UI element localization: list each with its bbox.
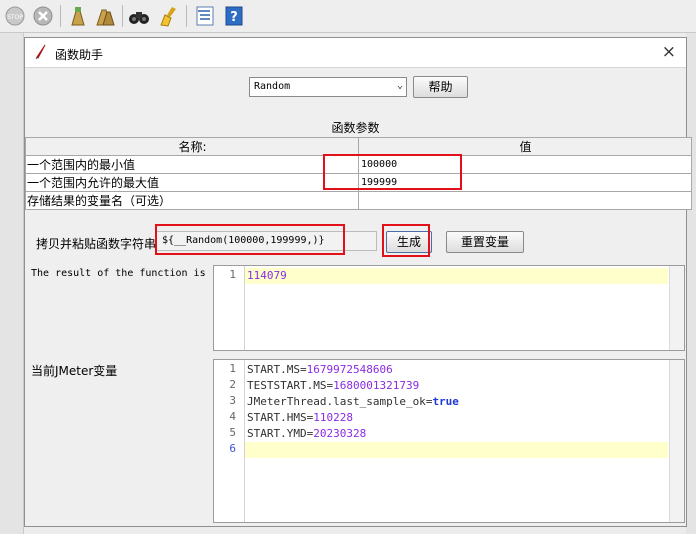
feather-pen-icon [34,44,48,60]
toolbar-separator [122,5,123,27]
function-helper-dialog: 函数助手 × Random ⌄ 帮助 函数参数 名称: 值 一个范围内的最小值 … [24,37,692,527]
variable-key: START.YMD [247,427,307,440]
line-number-gutter: 1 [214,266,245,350]
jmeter-variables-label: 当前JMeter变量 [31,364,118,378]
main-toolbar: STOP ? [0,0,696,33]
chevron-down-icon: ⌄ [396,80,403,91]
test-plan-tree-pane [0,33,24,534]
close-icon[interactable]: × [662,42,676,62]
line-number: 5 [229,426,236,439]
line-number: 1 [229,268,236,281]
variable-value: 20230328 [313,427,367,440]
search-binoculars-icon[interactable] [128,5,150,27]
param-value-cell[interactable] [358,191,692,210]
help-icon[interactable]: ? [223,5,245,27]
line-number: 2 [229,378,236,391]
variables-editor[interactable]: 1 2 3 4 5 6 START.MS=1679972548606 TESTS… [213,359,685,523]
clear-icon[interactable] [66,5,88,27]
shutdown-icon[interactable] [32,5,54,27]
scrollbar[interactable] [669,360,684,522]
variable-line: TESTSTART.MS=1680001321739 [247,379,420,392]
line-number: 6 [229,442,236,455]
param-name-cell: 一个范围内允许的最大值 [25,173,359,192]
variable-key: START.MS [247,363,300,376]
line-number: 3 [229,394,236,407]
svg-text:?: ? [230,10,238,25]
variable-line: START.YMD=20230328 [247,427,367,440]
param-name-cell: 一个范围内的最小值 [25,155,359,174]
current-line [245,442,668,458]
params-title: 函数参数 [331,121,380,135]
column-header-name: 名称: [25,137,359,156]
variable-value: 1680001321739 [333,379,420,392]
dialog-titlebar: 函数助手 × [25,38,686,68]
function-select[interactable]: Random ⌄ [249,77,407,97]
column-header-value: 值 [358,137,692,156]
svg-text:STOP: STOP [7,14,23,21]
variable-line: START.HMS=110228 [247,411,353,424]
toolbar-separator [186,5,187,27]
highlight-box-function-string [155,224,345,255]
line-number: 4 [229,410,236,423]
scrollbar[interactable] [669,266,684,350]
background-pane [686,33,696,534]
function-helper-icon[interactable] [194,5,216,27]
table-row[interactable]: 存储结果的变量名（可选） [25,191,692,210]
reset-variables-button[interactable]: 重置变量 [446,231,524,253]
result-editor[interactable]: 1 114079 [213,265,685,351]
variable-value: true [432,395,459,408]
result-label: The result of the function is [31,268,206,279]
clear-all-icon[interactable] [94,5,116,27]
variable-line: JMeterThread.last_sample_ok=true [247,395,459,408]
variable-value: 110228 [313,411,353,424]
dialog-title: 函数助手 [55,48,104,62]
result-line: 114079 [245,268,668,284]
copy-string-label: 拷贝并粘贴函数字符串 [36,237,157,251]
line-number: 1 [229,362,236,375]
toolbar-separator [60,5,61,27]
table-header-row: 名称: 值 [25,137,692,156]
stop-icon[interactable]: STOP [4,5,26,27]
highlight-box-generate [382,224,430,257]
help-button[interactable]: 帮助 [413,76,468,98]
variable-key: START.HMS [247,411,307,424]
variable-key: TESTSTART.MS [247,379,327,392]
reset-search-broom-icon[interactable] [158,5,180,27]
variable-line: START.MS=1679972548606 [247,363,393,376]
line-number-gutter: 1 2 3 4 5 6 [214,360,245,522]
param-name-cell: 存储结果的变量名（可选） [25,191,359,210]
function-select-value: Random [254,81,291,92]
highlight-box-values [323,154,462,190]
variable-key: JMeterThread.last_sample_ok [247,395,426,408]
variable-value: 1679972548606 [306,363,393,376]
